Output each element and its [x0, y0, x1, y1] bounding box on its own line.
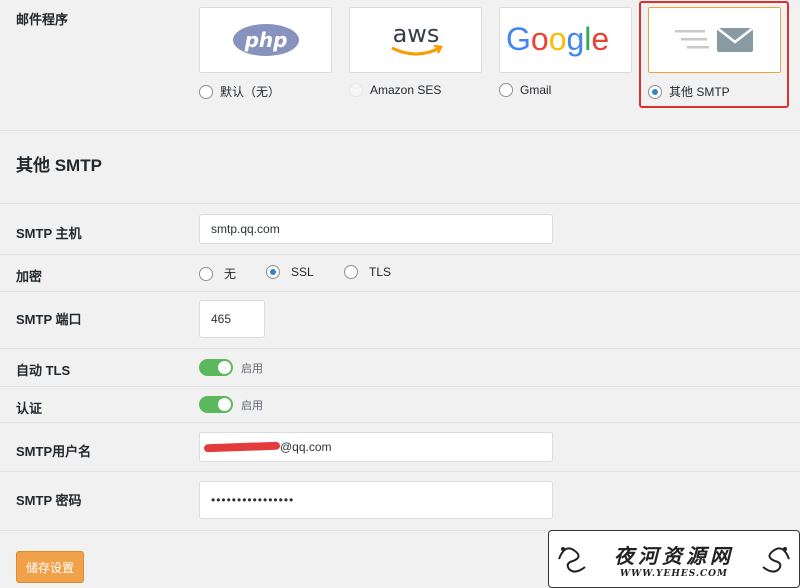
watermark-logo: 夜河资源网 WWW.YEHES.COM: [548, 530, 800, 588]
smtp-host-input[interactable]: smtp.qq.com: [199, 214, 553, 244]
section-title: 其他 SMTP: [16, 156, 102, 175]
mailer-option-label: Gmail: [520, 83, 552, 97]
watermark-url: WWW.YEHES.COM: [620, 568, 728, 579]
mailer-tile-php[interactable]: php: [199, 7, 332, 73]
smtp-password-label: SMTP 密码: [16, 493, 82, 508]
smtp-port-label: SMTP 端口: [16, 312, 82, 327]
svg-text:php: php: [243, 28, 287, 52]
mailer-option-other-smtp[interactable]: 其他 SMTP: [648, 83, 730, 100]
smtp-username-value: @qq.com: [280, 440, 332, 454]
encryption-option-none[interactable]: 无: [199, 265, 236, 282]
smtp-port-input[interactable]: 465: [199, 300, 265, 338]
ornament-right-icon: [762, 547, 790, 573]
svg-text:aws: aws: [392, 20, 439, 48]
mailer-option-label: 其他 SMTP: [669, 85, 730, 99]
radio-button[interactable]: [199, 266, 213, 281]
php-logo-icon: php: [232, 24, 299, 56]
divider: [0, 291, 800, 292]
divider: [0, 348, 800, 349]
svg-text:Google: Google: [506, 21, 609, 57]
divider: [0, 471, 800, 472]
encryption-option-ssl[interactable]: SSL: [266, 265, 314, 279]
watermark-title: 夜河资源网: [614, 543, 734, 568]
mailer-option-amazon-ses: Amazon SES: [349, 83, 441, 97]
radio-button: [349, 83, 363, 97]
radio-button[interactable]: [344, 265, 358, 279]
auth-toggle[interactable]: [199, 396, 233, 413]
radio-button[interactable]: [499, 83, 513, 97]
google-logo-icon: Google: [506, 21, 609, 57]
smtp-host-value: smtp.qq.com: [211, 222, 280, 236]
auth-toggle-label: 启用: [241, 400, 263, 412]
smtp-password-value: ••••••••••••••••: [211, 493, 295, 507]
aws-logo-icon: aws: [390, 20, 443, 56]
auth-label: 认证: [16, 401, 43, 416]
smtp-host-label: SMTP 主机: [16, 226, 82, 241]
smtp-port-value: 465: [211, 312, 232, 326]
encryption-option-tls[interactable]: TLS: [344, 265, 391, 279]
radio-button[interactable]: [199, 84, 213, 99]
encryption-option-label: TLS: [369, 265, 392, 279]
mailer-option-label: Amazon SES: [370, 83, 442, 97]
smtp-password-input[interactable]: ••••••••••••••••: [199, 481, 553, 519]
divider: [0, 422, 800, 423]
mailer-option-label: 默认（无）: [220, 85, 281, 99]
mailer-option-default[interactable]: 默认（无）: [199, 83, 280, 100]
smtp-username-label: SMTP用户名: [16, 444, 92, 459]
encryption-option-label: SSL: [291, 265, 314, 279]
encryption-option-label: 无: [224, 267, 237, 281]
mailer-option-gmail[interactable]: Gmail: [499, 83, 551, 97]
divider: [0, 386, 800, 387]
auto-tls-toggle-label: 启用: [241, 363, 263, 375]
ornament-left-icon: [558, 547, 586, 573]
divider: [0, 130, 800, 131]
save-settings-button[interactable]: 储存设置: [16, 551, 84, 583]
mailer-label: 邮件程序: [16, 12, 69, 27]
auto-tls-toggle[interactable]: [199, 359, 233, 376]
radio-button[interactable]: [266, 265, 280, 279]
divider: [0, 254, 800, 255]
mailer-tile-amazon-ses[interactable]: aws: [349, 7, 482, 73]
encryption-label: 加密: [16, 269, 43, 284]
mailer-tile-gmail[interactable]: Google: [499, 7, 632, 73]
divider: [0, 203, 800, 204]
radio-button[interactable]: [648, 84, 662, 99]
auto-tls-label: 自动 TLS: [16, 363, 71, 378]
